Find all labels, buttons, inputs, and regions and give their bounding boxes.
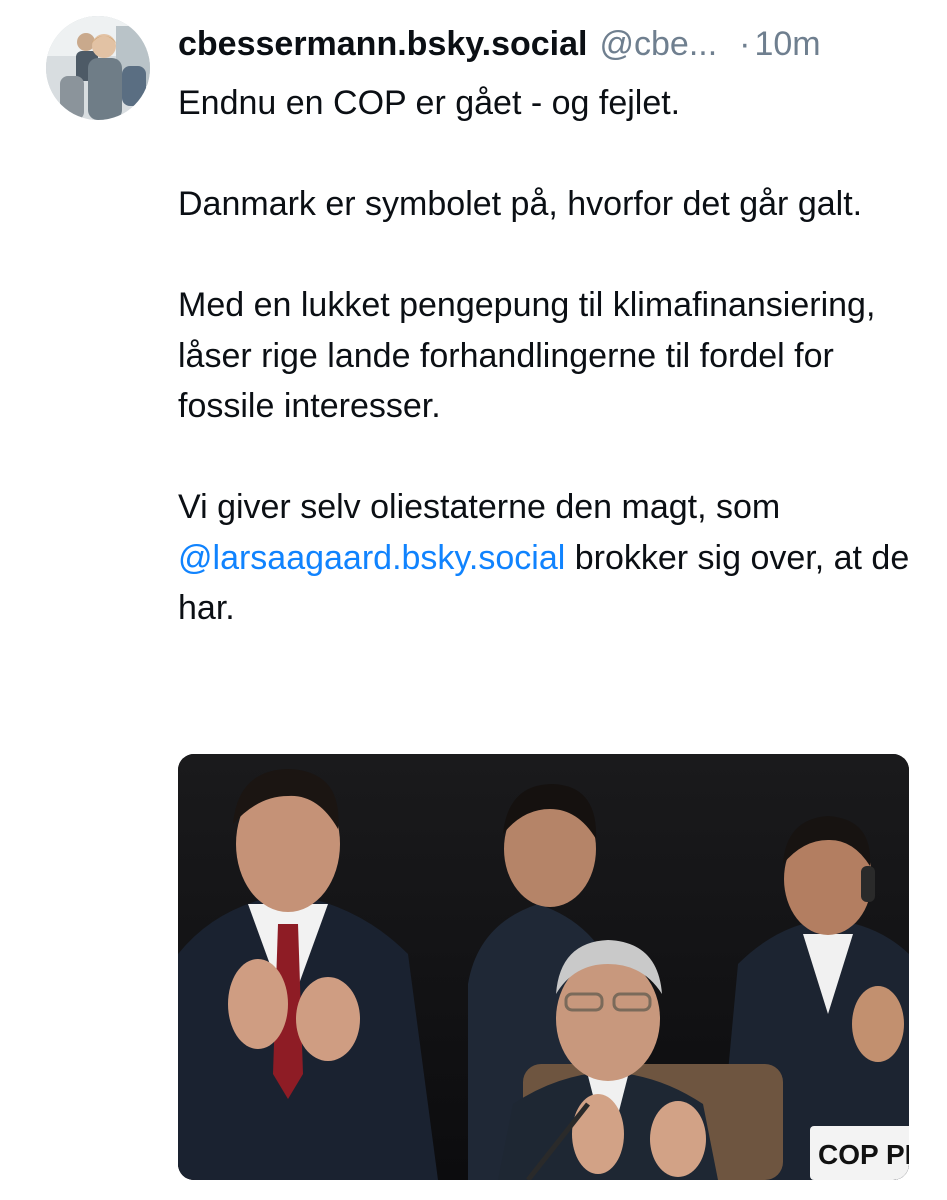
post-paragraph: Endnu en COP er gået - og fejlet. <box>178 84 681 122</box>
post-text: Endnu en COP er gået - og fejlet. Danmar… <box>178 78 913 634</box>
post-paragraph: Med en lukket pengepung til klimafinansi… <box>178 286 876 425</box>
author-display-name[interactable]: cbessermann.bsky.social <box>178 22 587 66</box>
post-text-segment: Vi giver selv oliestaterne den magt, som <box>178 488 781 526</box>
author-handle[interactable]: @cbe... <box>599 22 717 66</box>
post-header: cbessermann.bsky.social @cbe... · 10m <box>178 22 908 66</box>
post-paragraph: Vi giver selv oliestaterne den magt, som… <box>178 482 913 634</box>
nameplate-text: COP PR <box>818 1139 909 1170</box>
photo-icon: COP PR <box>178 754 909 1180</box>
post-paragraph: Danmark er symbolet på, hvorfor det går … <box>178 185 863 223</box>
header-separator: · <box>739 25 751 63</box>
mention-link[interactable]: @larsaagaard.bsky.social <box>178 539 565 577</box>
post-image[interactable]: COP PR <box>178 754 909 1180</box>
avatar-photo-icon <box>46 16 150 120</box>
author-avatar[interactable] <box>46 16 150 120</box>
post-timestamp[interactable]: 10m <box>754 22 820 66</box>
post[interactable]: cbessermann.bsky.social @cbe... · 10m En… <box>0 0 947 1200</box>
